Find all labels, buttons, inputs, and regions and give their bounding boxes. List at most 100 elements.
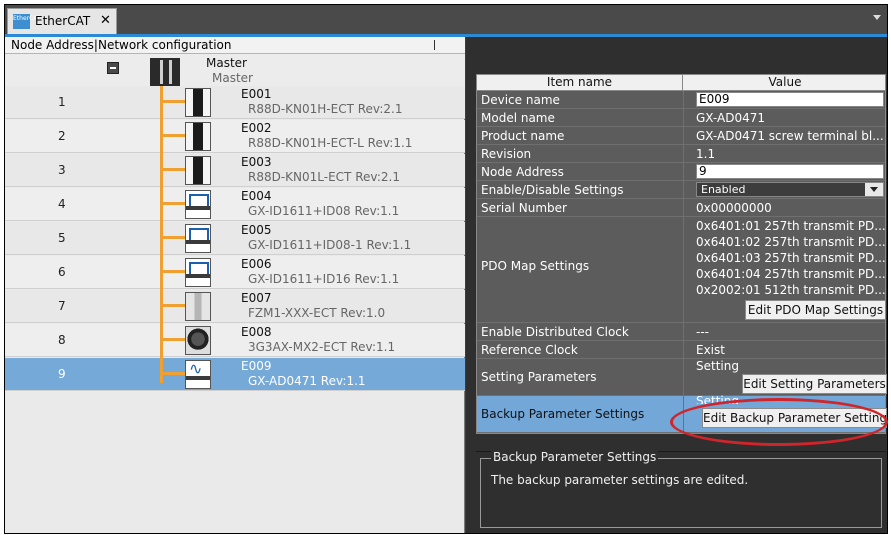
- device-name: E008: [241, 325, 272, 339]
- node-address: 9: [58, 367, 66, 381]
- column-header-label: Node Address|Network configuration: [11, 38, 232, 52]
- device-name: E009: [241, 359, 272, 373]
- controller-icon: [150, 58, 180, 86]
- grid-header: Item name Value: [477, 75, 885, 91]
- edit-pdo-map-button[interactable]: Edit PDO Map Settings: [745, 300, 886, 320]
- node-row-e008[interactable]: 8 E008 3G3AX-MX2-ECT Rev:1.1: [5, 324, 465, 357]
- device-name: E003: [241, 155, 272, 169]
- node-row-e007[interactable]: 7 E007 FZM1-XXX-ECT Rev:1.0: [5, 290, 465, 323]
- value-header: Value: [768, 75, 802, 89]
- row-revision: Revision 1.1: [477, 145, 885, 163]
- node-address: 3: [58, 163, 66, 177]
- tab-ethercat[interactable]: EtherCAT EtherCAT ✕: [7, 8, 117, 34]
- row-setting-parameters: Setting Parameters Setting Edit Setting …: [477, 359, 887, 396]
- node-address: 7: [58, 299, 66, 313]
- master-name: Master: [206, 56, 247, 70]
- property-value: GX-AD0471 screw terminal bl...: [696, 129, 884, 143]
- collapse-icon[interactable]: [107, 62, 119, 74]
- chevron-down-icon[interactable]: [865, 183, 883, 196]
- network-branch-line: [160, 134, 188, 137]
- device-name-input[interactable]: E009: [696, 92, 884, 107]
- node-row-e004[interactable]: 4 E004 GX-ID1611+ID08 Rev:1.1: [5, 188, 465, 221]
- column-header: Node Address|Network configuration: [5, 37, 465, 54]
- row-node-address: Node Address 9: [477, 163, 885, 181]
- network-branch-line: [160, 236, 188, 239]
- master-node[interactable]: Master Master: [5, 54, 465, 86]
- property-label: Revision: [481, 147, 532, 161]
- pdo-entry: 0x6401:01 257th transmit PD...: [696, 219, 886, 233]
- row-enable-disable: Enable/Disable Settings Enabled: [477, 181, 885, 199]
- node-row-e001[interactable]: 1 E001 R88D-KN01H-ECT Rev:2.1: [5, 86, 465, 119]
- description-title: Backup Parameter Settings: [491, 450, 659, 464]
- chevron-down-icon[interactable]: [873, 15, 881, 20]
- digital-io-icon: [185, 258, 211, 287]
- node-row-e009[interactable]: 9 E009GX-AD0471 Rev:1.1: [5, 358, 465, 391]
- network-branch-line: [160, 168, 188, 171]
- network-branch-line: [160, 270, 188, 273]
- property-label: PDO Map Settings: [481, 259, 590, 273]
- device-name: E002: [241, 121, 272, 135]
- analog-input-icon: [185, 359, 211, 389]
- property-label: Enable Distributed Clock: [481, 325, 629, 339]
- row-product-name: Product name GX-AD0471 screw terminal bl…: [477, 127, 885, 145]
- description-text: The backup parameter settings are edited…: [491, 473, 749, 487]
- device-name: E005: [241, 223, 272, 237]
- device-name: E006: [241, 257, 272, 271]
- network-trunk-line: [160, 86, 163, 383]
- node-address: 5: [58, 231, 66, 245]
- close-icon[interactable]: ✕: [100, 13, 111, 28]
- node-row-e005[interactable]: 5 E005 GX-ID1611+ID08-1 Rev:1.1: [5, 222, 465, 255]
- ethercat-editor-window: EtherCAT EtherCAT ✕ Node Address|Network…: [4, 4, 888, 534]
- device-name: E007: [241, 291, 272, 305]
- node-row-e002[interactable]: 2 E002 R88D-KN01H-ECT-L Rev:1.1: [5, 120, 465, 153]
- device-model: GX-ID1611+ID08-1 Rev:1.1: [248, 238, 412, 252]
- servo-drive-icon: [185, 156, 211, 185]
- servo-drive-icon: [185, 88, 211, 117]
- device-name: E004: [241, 189, 272, 203]
- description-group: Backup Parameter Settings The backup par…: [480, 450, 882, 528]
- node-address: 4: [58, 197, 66, 211]
- device-model: R88D-KN01H-ECT Rev:2.1: [248, 102, 403, 116]
- row-backup-parameters[interactable]: Backup Parameter Settings Setting Edit B…: [477, 394, 887, 433]
- ethercat-icon: EtherCAT: [13, 14, 41, 29]
- property-value: ---: [696, 325, 709, 339]
- device-model: FZM1-XXX-ECT Rev:1.0: [248, 306, 386, 320]
- network-configuration-pane: Node Address|Network configuration Maste…: [5, 37, 465, 533]
- network-branch-line: [160, 100, 188, 103]
- column-resize-handle[interactable]: [434, 40, 435, 50]
- pdo-entry: 0x6401:02 257th transmit PD...: [696, 235, 886, 249]
- edit-setting-parameters-button[interactable]: Edit Setting Parameters: [742, 374, 887, 394]
- pdo-entry: 0x6401:03 257th transmit PD...: [696, 251, 886, 265]
- device-name: E001: [241, 87, 272, 101]
- network-branch-line: [160, 202, 188, 205]
- property-label: Device name: [481, 93, 560, 107]
- select-value: Enabled: [701, 183, 746, 196]
- row-model-name: Model name GX-AD0471: [477, 109, 885, 127]
- vision-sensor-icon: [185, 292, 211, 321]
- node-address-input[interactable]: 9: [696, 164, 884, 179]
- enable-disable-select[interactable]: Enabled: [696, 182, 884, 197]
- property-label: Model name: [481, 111, 555, 125]
- property-value: Exist: [696, 343, 725, 357]
- tab-label: EtherCAT: [35, 14, 91, 28]
- property-label: Node Address: [481, 165, 564, 179]
- pdo-entry: 0x2002:01 512th transmit PD...: [696, 283, 886, 297]
- property-label: Enable/Disable Settings: [481, 183, 624, 197]
- properties-pane: Item name Value Device name E009 Model n…: [466, 37, 887, 533]
- servo-drive-icon: [185, 122, 211, 151]
- node-row-e006[interactable]: 6 E006 GX-ID1611+ID16 Rev:1.1: [5, 256, 465, 289]
- digital-io-icon: [185, 190, 211, 219]
- device-model: R88D-KN01L-ECT Rev:2.1: [248, 170, 400, 184]
- device-model: GX-ID1611+ID08 Rev:1.1: [248, 204, 400, 218]
- digital-io-icon: [185, 224, 211, 253]
- device-model: GX-ID1611+ID16 Rev:1.1: [248, 272, 400, 286]
- property-grid: Item name Value Device name E009 Model n…: [476, 74, 887, 434]
- device-model: GX-AD0471 Rev:1.1: [248, 374, 366, 388]
- tab-bar: EtherCAT EtherCAT ✕: [5, 5, 887, 34]
- property-label: Product name: [481, 129, 565, 143]
- edit-backup-parameter-button[interactable]: Edit Backup Parameter Setting: [702, 408, 887, 428]
- node-row-e003[interactable]: 3 E003 R88D-KN01L-ECT Rev:2.1: [5, 154, 465, 187]
- network-branch-line: [160, 304, 188, 307]
- description-panel: Backup Parameter Settings The backup par…: [476, 450, 886, 531]
- node-address: 6: [58, 265, 66, 279]
